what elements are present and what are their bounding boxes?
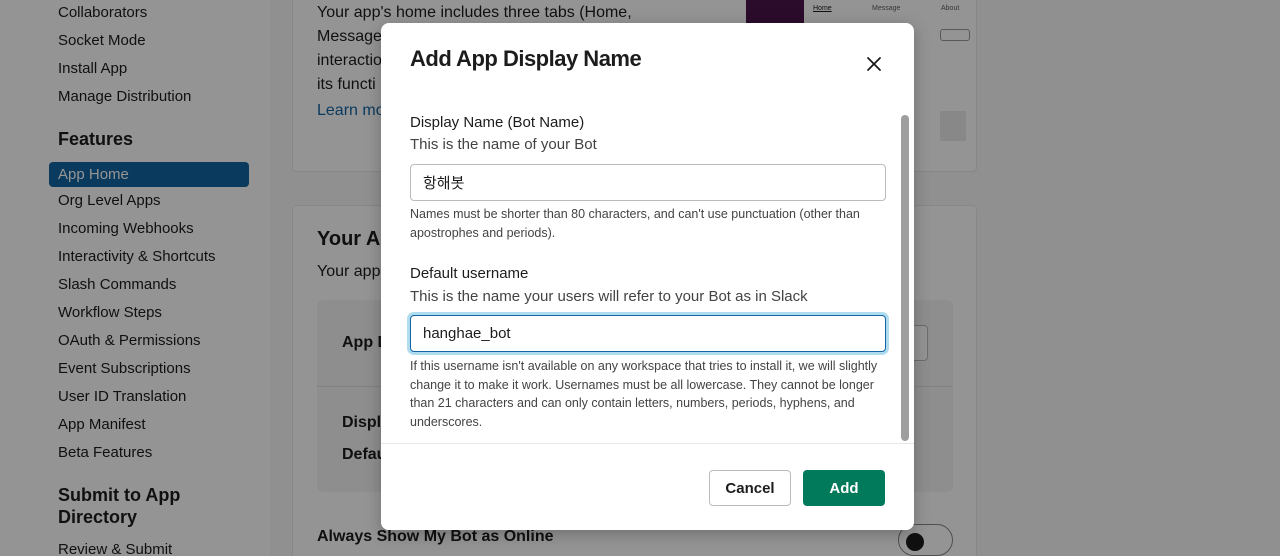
add-display-name-modal: Add App Display Name Display Name (Bot N…	[381, 23, 914, 530]
display-name-field-label: Display Name (Bot Name)	[410, 114, 585, 131]
display-name-hint: Names must be shorter than 80 characters…	[410, 207, 860, 240]
add-button[interactable]: Add	[803, 470, 885, 506]
username-field-description: This is the name your users will refer t…	[410, 288, 808, 305]
modal-title: Add App Display Name	[410, 46, 642, 71]
close-icon	[867, 57, 881, 71]
display-name-input[interactable]	[410, 164, 886, 201]
username-input[interactable]	[410, 315, 886, 352]
username-hint: If this username isn't available on any …	[410, 359, 878, 429]
cancel-button[interactable]: Cancel	[709, 470, 791, 506]
username-field-label: Default username	[410, 265, 529, 282]
modal-footer: Cancel Add	[381, 443, 914, 530]
close-button[interactable]	[860, 50, 888, 78]
display-name-field-description: This is the name of your Bot	[410, 136, 597, 153]
modal-scrollbar[interactable]	[901, 115, 909, 441]
